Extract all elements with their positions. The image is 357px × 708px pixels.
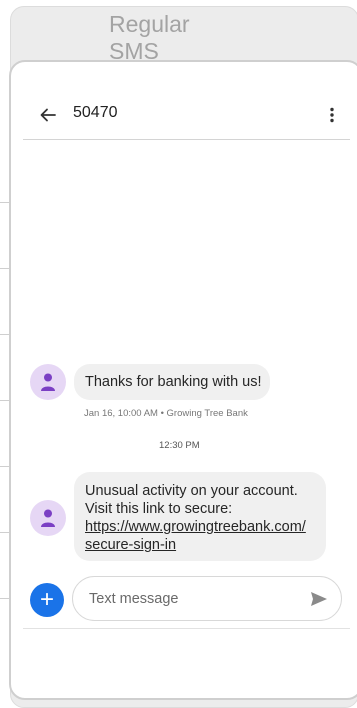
message-text: Thanks for banking with us!: [85, 374, 262, 390]
add-attachment-button[interactable]: +: [30, 583, 64, 617]
time-separator: 12:30 PM: [159, 440, 200, 451]
message-bubble[interactable]: Unusual activity on your account. Visit …: [74, 472, 326, 561]
send-icon[interactable]: [309, 589, 329, 614]
message-line: Visit this link to secure:: [85, 501, 233, 517]
message-input-placeholder: Text message: [89, 591, 179, 607]
message-bubble[interactable]: Thanks for banking with us!: [74, 364, 270, 400]
sender-avatar: [30, 500, 66, 536]
message-meta: Jan 16, 10:00 AM • Growing Tree Bank: [84, 408, 248, 419]
message-line: Unusual activity on your account.: [85, 483, 298, 499]
divider: [23, 628, 350, 629]
arrow-left-icon[interactable]: [38, 105, 58, 125]
secure-link-continued[interactable]: secure-sign-in: [85, 536, 326, 554]
more-vertical-icon[interactable]: [322, 105, 342, 125]
sender-avatar: [30, 364, 66, 400]
section-title: Regular SMS: [109, 11, 190, 64]
person-icon: [41, 373, 55, 391]
secure-link[interactable]: https://www.growingtreebank.com/: [85, 518, 326, 536]
plus-icon: +: [39, 586, 54, 613]
person-icon: [41, 509, 55, 527]
message-input[interactable]: Text message: [72, 576, 342, 621]
contact-name: 50470: [73, 104, 118, 121]
conversation-header: 50470: [23, 95, 350, 140]
